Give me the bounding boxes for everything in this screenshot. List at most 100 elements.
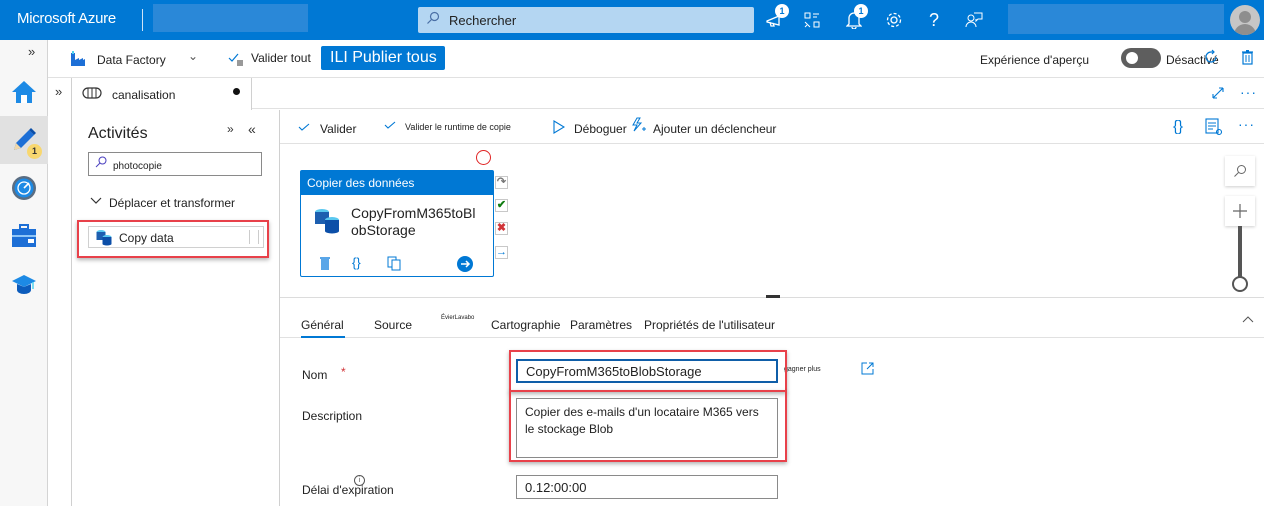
rail-item-manage[interactable]: [0, 212, 48, 260]
data-factory-icon: [71, 51, 85, 66]
skip-arrow-icon: ↷: [496, 176, 507, 188]
refresh-icon[interactable]: [1203, 49, 1219, 65]
activities-panel: Activités » « photocopie Déplacer et tra…: [72, 110, 280, 506]
add-trigger-button[interactable]: Ajouter un déclencheur: [653, 122, 776, 136]
double-chevron-right-icon: »: [55, 84, 63, 99]
help-icon: ?: [928, 9, 939, 30]
drag-handle[interactable]: [249, 230, 259, 244]
search-icon: [95, 156, 107, 168]
completion-connector[interactable]: →: [495, 246, 508, 259]
factory-name[interactable]: Data Factory: [97, 53, 166, 67]
node-code-button[interactable]: {}: [352, 255, 361, 270]
global-search-box[interactable]: Rechercher: [418, 7, 754, 33]
factory-dropdown-button[interactable]: ⌄: [188, 49, 198, 63]
rail-item-home[interactable]: [0, 68, 48, 116]
pipeline-tab-label: canalisation: [112, 88, 176, 102]
publish-all-button[interactable]: ILI Publier tous: [321, 46, 445, 70]
notifications-button[interactable]: 1: [842, 4, 868, 32]
plus-icon: [1233, 204, 1247, 218]
collapse-properties-icon[interactable]: [1242, 316, 1254, 323]
tab-source[interactable]: Source: [374, 318, 412, 332]
user-avatar[interactable]: [1230, 5, 1260, 35]
timeout-input[interactable]: 0.12:00:00: [516, 475, 778, 499]
zoom-slider-track[interactable]: [1238, 226, 1242, 282]
expand-resources-button[interactable]: »: [55, 84, 62, 99]
rail-item-author[interactable]: 1: [0, 116, 48, 164]
rail-item-learning[interactable]: [0, 260, 48, 308]
ellipsis-icon: ···: [1240, 84, 1257, 100]
announcement-badge: 1: [775, 4, 789, 18]
left-nav-rail: » 1: [0, 40, 48, 506]
user-avatar-icon: [1234, 11, 1256, 35]
preview-experience-toggle[interactable]: [1121, 48, 1161, 68]
zoom-slider-thumb[interactable]: [1232, 276, 1248, 292]
pipeline-canvas[interactable]: Copier des données CopyFromM365toBlobSto…: [280, 144, 1264, 298]
help-button[interactable]: ?: [922, 8, 946, 32]
delete-icon[interactable]: [319, 256, 331, 271]
group-move-transform[interactable]: Déplacer et transformer: [88, 194, 268, 214]
copy-activity-node[interactable]: Copier des données CopyFromM365toBlobSto…: [300, 170, 494, 277]
failure-connector[interactable]: ✖: [495, 222, 508, 235]
activities-search-input[interactable]: photocopie: [88, 152, 262, 176]
double-chevron-down-icon: »: [227, 122, 234, 136]
add-trigger-icon: [632, 117, 646, 132]
expand-rail-button[interactable]: »: [28, 44, 35, 59]
collapse-panel-button[interactable]: «: [248, 121, 256, 137]
feedback-button[interactable]: [962, 8, 986, 32]
node-activity-name: CopyFromM365toBlobStorage: [351, 205, 476, 238]
search-icon: [427, 11, 440, 24]
azure-brand[interactable]: Microsoft Azure: [17, 10, 116, 27]
validate-button[interactable]: Valider: [320, 122, 356, 136]
clone-icon[interactable]: [387, 256, 401, 271]
code-braces-icon: {}: [1173, 118, 1184, 135]
maximize-icon[interactable]: [1211, 86, 1225, 100]
description-textarea[interactable]: Copier des e-mails d'un locataire M365 v…: [516, 398, 778, 458]
pipeline-more-button[interactable]: ···: [1238, 116, 1255, 132]
directory-switch-icon: [804, 12, 820, 28]
tab-pipeline[interactable]: canalisation: [72, 78, 252, 110]
validate-all-button[interactable]: Valider tout: [251, 51, 311, 65]
chevron-down-icon: ⌄: [188, 49, 199, 63]
factory-resources-collapsed: »: [48, 78, 72, 506]
debug-button[interactable]: Déboguer: [574, 122, 627, 136]
tab-more-button[interactable]: ···: [1240, 84, 1257, 100]
tab-settings[interactable]: Paramètres: [570, 318, 632, 332]
canvas-search-button[interactable]: [1225, 156, 1255, 186]
tab-sink-superscript[interactable]: ÉvierLavabo: [441, 315, 474, 321]
collapse-all-button[interactable]: »: [227, 122, 234, 136]
zoom-in-button[interactable]: [1225, 196, 1255, 226]
tab-general[interactable]: Général: [301, 318, 344, 332]
activity-copy-data[interactable]: Copy data: [88, 226, 264, 248]
code-view-button[interactable]: {}: [1173, 118, 1183, 135]
name-input[interactable]: CopyFromM365toBlobStorage: [516, 359, 778, 383]
activities-title: Activités: [88, 125, 148, 142]
home-icon: [12, 81, 36, 103]
info-icon[interactable]: i: [354, 475, 365, 486]
properties-settings-icon[interactable]: [1205, 118, 1223, 136]
validate-copy-runtime-button[interactable]: Valider le runtime de copie: [405, 122, 511, 132]
search-placeholder: Rechercher: [449, 13, 517, 28]
author-badge: 1: [27, 144, 42, 159]
success-connector[interactable]: ✔: [495, 199, 508, 212]
monitor-gauge-icon: [12, 176, 36, 200]
skipped-connector[interactable]: ↷: [495, 176, 508, 189]
announcement-button[interactable]: 1: [763, 4, 789, 32]
learn-more-link[interactable]: gagner plus: [784, 366, 821, 373]
discard-all-icon[interactable]: [1240, 49, 1256, 67]
description-label: Description: [302, 409, 363, 423]
x-icon: ✖: [496, 222, 507, 234]
pipeline-toolbar: Valider Valider le runtime de copie Débo…: [280, 110, 1264, 144]
feedback-icon: [965, 12, 983, 28]
open-external-icon[interactable]: [861, 362, 874, 375]
chevron-down-icon: [90, 197, 102, 204]
directory-switch-button[interactable]: [800, 8, 824, 32]
go-to-output-icon[interactable]: [457, 256, 473, 272]
tab-user-properties[interactable]: Propriétés de l'utilisateur: [644, 318, 775, 332]
redacted-account: [1008, 4, 1224, 34]
activity-label: Copy data: [119, 231, 174, 245]
preview-experience-label: Expérience d'aperçu: [980, 53, 1090, 67]
settings-button[interactable]: [882, 8, 906, 32]
settings-gear-icon: [886, 12, 902, 28]
rail-item-monitor[interactable]: [0, 164, 48, 212]
tab-mapping[interactable]: Cartographie: [491, 318, 560, 332]
